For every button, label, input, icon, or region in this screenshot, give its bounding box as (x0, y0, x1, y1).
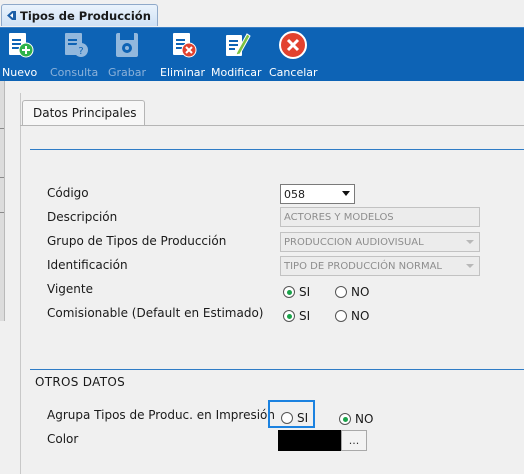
radio-selected-icon (339, 413, 351, 425)
cancel-button-label: Cancelar (269, 66, 318, 79)
tab-underline (20, 125, 524, 126)
descripcion-field[interactable]: ACTORES Y MODELOS (280, 207, 480, 227)
identificacion-select[interactable]: TIPO DE PRODUCCIÓN NORMAL (280, 256, 480, 276)
comisionable-si-radio[interactable]: SI (283, 309, 310, 323)
left-divider (0, 128, 4, 129)
identificacion-label: Identificación (47, 258, 128, 272)
grupo-select[interactable]: PRODUCCION AUDIOVISUAL (280, 232, 480, 252)
cancel-icon (279, 31, 308, 59)
descripcion-value: ACTORES Y MODELOS (284, 211, 394, 223)
save-button-label: Grabar (108, 66, 147, 79)
radio-unselected-icon (335, 310, 347, 322)
comisionable-no-radio[interactable]: NO (335, 309, 369, 323)
radio-unselected-icon (335, 286, 347, 298)
window-title: Tipos de Producción (20, 8, 151, 23)
new-button[interactable]: Nuevo (2, 30, 37, 80)
codigo-select[interactable]: 058 (280, 184, 355, 204)
grupo-label: Grupo de Tipos de Producción (47, 234, 227, 248)
tab-label: Datos Principales (33, 106, 137, 120)
color-label: Color (47, 432, 79, 446)
new-button-label: Nuevo (2, 66, 38, 79)
section-divider (30, 149, 524, 150)
agrupa-label: Agrupa Tipos de Produc. en Impresión (47, 408, 276, 422)
agrupa-si-radio[interactable]: SI (281, 411, 308, 425)
codigo-label: Código (47, 186, 89, 200)
chevron-down-icon (466, 264, 474, 268)
otros-datos-title: OTROS DATOS (35, 375, 125, 389)
query-button[interactable]: ? Consulta (50, 30, 98, 80)
radio-selected-icon (283, 310, 295, 322)
vigente-no-radio[interactable]: NO (335, 285, 369, 299)
radio-label: NO (351, 285, 370, 299)
color-picker-button[interactable]: ... (341, 430, 367, 451)
descripcion-label: Descripción (47, 210, 118, 224)
comisionable-label: Comisionable (Default en Estimado) (47, 306, 264, 320)
codigo-value: 058 (284, 187, 305, 201)
app-icon (7, 11, 16, 20)
modify-button-label: Modificar (211, 66, 262, 79)
query-document-icon: ? (65, 33, 89, 57)
left-divider (0, 212, 4, 213)
radio-label: NO (351, 309, 370, 323)
delete-button[interactable]: Eliminar (160, 30, 205, 80)
radio-label: SI (299, 309, 311, 323)
left-scroll-strip (0, 81, 5, 321)
window-title-bar: Tipos de Producción (0, 0, 524, 27)
tab-datos-principales[interactable]: Datos Principales (22, 100, 145, 125)
agrupa-no-radio[interactable]: NO (339, 412, 373, 426)
delete-button-label: Eliminar (160, 66, 206, 79)
svg-text:?: ? (78, 46, 83, 57)
delete-document-icon (172, 33, 197, 58)
radio-unselected-icon (281, 412, 293, 424)
edit-document-icon (226, 33, 251, 56)
cancel-button[interactable]: Cancelar (269, 30, 318, 80)
new-document-icon (8, 33, 34, 58)
save-disk-icon (116, 33, 139, 57)
grupo-value: PRODUCCION AUDIOVISUAL (284, 236, 424, 248)
modify-button[interactable]: Modificar (211, 30, 262, 80)
vigente-label: Vigente (47, 282, 93, 296)
chevron-down-icon (466, 240, 474, 244)
chevron-down-icon (342, 191, 350, 196)
color-swatch[interactable] (278, 430, 341, 451)
window-tab[interactable]: Tipos de Producción (1, 4, 158, 26)
left-divider (0, 177, 4, 178)
save-button[interactable]: Grabar (108, 30, 146, 80)
section-divider (30, 369, 524, 370)
radio-label: SI (297, 411, 309, 425)
ellipsis-label: ... (348, 434, 360, 447)
radio-label: SI (299, 285, 311, 299)
query-button-label: Consulta (50, 66, 99, 79)
toolbar: Nuevo ? Consulta Grabar Eliminar Modific… (0, 27, 524, 82)
identificacion-value: TIPO DE PRODUCCIÓN NORMAL (284, 260, 442, 272)
radio-selected-icon (283, 286, 295, 298)
radio-label: NO (355, 412, 374, 426)
main-content: Datos Principales Código 058 Descripción… (0, 81, 524, 474)
vigente-si-radio[interactable]: SI (283, 285, 310, 299)
